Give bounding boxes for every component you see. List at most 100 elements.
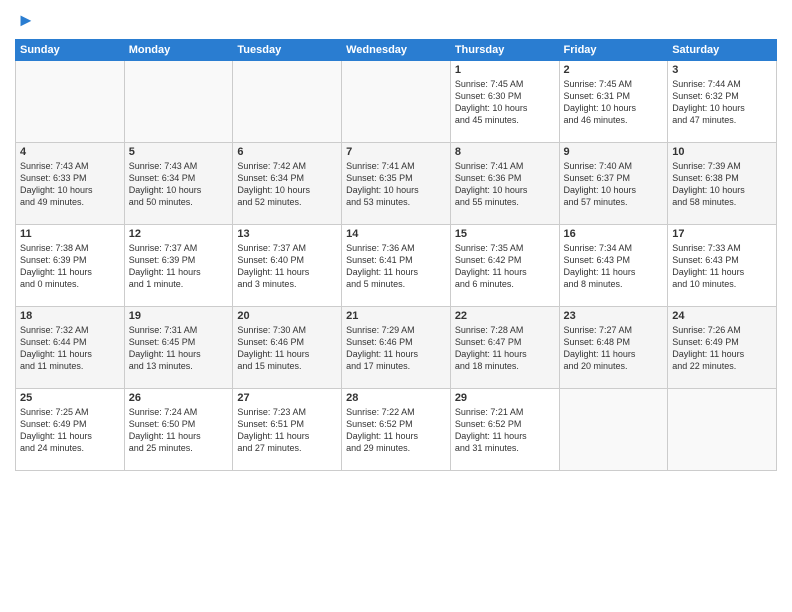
day-number: 22 bbox=[455, 310, 555, 322]
calendar-cell: 11Sunrise: 7:38 AM Sunset: 6:39 PM Dayli… bbox=[16, 225, 125, 307]
calendar-cell: 13 Sunrise: 7:37 AM Sunset: 6:40 PM Dayli… bbox=[233, 225, 342, 307]
day-number: 15 bbox=[455, 228, 555, 240]
day-info: Sunrise: 7:35 AM Sunset: 6:42 PM Dayligh… bbox=[455, 242, 555, 291]
calendar-cell: 17 Sunrise: 7:33 AM Sunset: 6:43 PM Dayli… bbox=[668, 225, 777, 307]
day-info: Sunrise: 7:36 AM Sunset: 6:41 PM Dayligh… bbox=[346, 242, 446, 291]
calendar-cell: 14 Sunrise: 7:36 AM Sunset: 6:41 PM Dayli… bbox=[342, 225, 451, 307]
calendar-cell: 24 Sunrise: 7:26 AM Sunset: 6:49 PM Dayli… bbox=[668, 307, 777, 389]
day-info: Sunrise: 7:41 AM Sunset: 6:35 PM Dayligh… bbox=[346, 160, 446, 209]
day-info: Sunrise: 7:45 AM Sunset: 6:31 PM Dayligh… bbox=[564, 78, 664, 127]
day-number: 27 bbox=[237, 392, 337, 404]
day-info: Sunrise: 7:23 AM Sunset: 6:51 PM Dayligh… bbox=[237, 406, 337, 455]
day-info: Sunrise: 7:37 AM Sunset: 6:39 PM Dayligh… bbox=[129, 242, 229, 291]
header: ► bbox=[15, 10, 777, 31]
header-day-monday: Monday bbox=[124, 40, 233, 61]
day-number: 1 bbox=[455, 64, 555, 76]
day-info: Sunrise: 7:43 AM Sunset: 6:33 PM Dayligh… bbox=[20, 160, 120, 209]
day-number: 8 bbox=[455, 146, 555, 158]
calendar-cell: 15 Sunrise: 7:35 AM Sunset: 6:42 PM Dayli… bbox=[450, 225, 559, 307]
day-number: 7 bbox=[346, 146, 446, 158]
header-day-wednesday: Wednesday bbox=[342, 40, 451, 61]
day-number: 13 bbox=[237, 228, 337, 240]
day-info: Sunrise: 7:44 AM Sunset: 6:32 PM Dayligh… bbox=[672, 78, 772, 127]
calendar-cell: 25Sunrise: 7:25 AM Sunset: 6:49 PM Dayli… bbox=[16, 389, 125, 471]
calendar-cell bbox=[233, 61, 342, 143]
day-info: Sunrise: 7:21 AM Sunset: 6:52 PM Dayligh… bbox=[455, 406, 555, 455]
day-number: 20 bbox=[237, 310, 337, 322]
day-info: Sunrise: 7:24 AM Sunset: 6:50 PM Dayligh… bbox=[129, 406, 229, 455]
day-number: 18 bbox=[20, 310, 120, 322]
calendar-cell bbox=[559, 389, 668, 471]
day-info: Sunrise: 7:26 AM Sunset: 6:49 PM Dayligh… bbox=[672, 324, 772, 373]
header-day-sunday: Sunday bbox=[16, 40, 125, 61]
calendar-cell: 29 Sunrise: 7:21 AM Sunset: 6:52 PM Dayli… bbox=[450, 389, 559, 471]
calendar-cell: 26 Sunrise: 7:24 AM Sunset: 6:50 PM Dayli… bbox=[124, 389, 233, 471]
day-number: 19 bbox=[129, 310, 229, 322]
header-day-saturday: Saturday bbox=[668, 40, 777, 61]
day-number: 16 bbox=[564, 228, 664, 240]
day-number: 29 bbox=[455, 392, 555, 404]
week-row-5: 25Sunrise: 7:25 AM Sunset: 6:49 PM Dayli… bbox=[16, 389, 777, 471]
week-row-2: 4Sunrise: 7:43 AM Sunset: 6:33 PM Daylig… bbox=[16, 143, 777, 225]
day-number: 24 bbox=[672, 310, 772, 322]
calendar-cell: 28Sunrise: 7:22 AM Sunset: 6:52 PM Dayli… bbox=[342, 389, 451, 471]
calendar-cell bbox=[668, 389, 777, 471]
day-number: 11 bbox=[20, 228, 120, 240]
week-row-1: 1 Sunrise: 7:45 AM Sunset: 6:30 PM Daylig… bbox=[16, 61, 777, 143]
calendar-cell: 7 Sunrise: 7:41 AM Sunset: 6:35 PM Daylig… bbox=[342, 143, 451, 225]
week-row-4: 18 Sunrise: 7:32 AM Sunset: 6:44 PM Dayli… bbox=[16, 307, 777, 389]
logo-bird-icon: ► bbox=[17, 10, 35, 31]
day-number: 9 bbox=[564, 146, 664, 158]
day-info: Sunrise: 7:32 AM Sunset: 6:44 PM Dayligh… bbox=[20, 324, 120, 373]
header-day-tuesday: Tuesday bbox=[233, 40, 342, 61]
day-number: 12 bbox=[129, 228, 229, 240]
calendar-cell: 27 Sunrise: 7:23 AM Sunset: 6:51 PM Dayli… bbox=[233, 389, 342, 471]
header-day-friday: Friday bbox=[559, 40, 668, 61]
day-info: Sunrise: 7:39 AM Sunset: 6:38 PM Dayligh… bbox=[672, 160, 772, 209]
calendar-cell bbox=[124, 61, 233, 143]
day-info: Sunrise: 7:33 AM Sunset: 6:43 PM Dayligh… bbox=[672, 242, 772, 291]
day-number: 21 bbox=[346, 310, 446, 322]
calendar-cell: 3 Sunrise: 7:44 AM Sunset: 6:32 PM Daylig… bbox=[668, 61, 777, 143]
day-info: Sunrise: 7:29 AM Sunset: 6:46 PM Dayligh… bbox=[346, 324, 446, 373]
day-number: 26 bbox=[129, 392, 229, 404]
day-info: Sunrise: 7:42 AM Sunset: 6:34 PM Dayligh… bbox=[237, 160, 337, 209]
day-number: 10 bbox=[672, 146, 772, 158]
calendar-cell: 8 Sunrise: 7:41 AM Sunset: 6:36 PM Daylig… bbox=[450, 143, 559, 225]
calendar-cell: 9 Sunrise: 7:40 AM Sunset: 6:37 PM Daylig… bbox=[559, 143, 668, 225]
header-row: SundayMondayTuesdayWednesdayThursdayFrid… bbox=[16, 40, 777, 61]
day-number: 28 bbox=[346, 392, 446, 404]
day-number: 3 bbox=[672, 64, 772, 76]
calendar-cell: 2 Sunrise: 7:45 AM Sunset: 6:31 PM Daylig… bbox=[559, 61, 668, 143]
calendar-cell: 22 Sunrise: 7:28 AM Sunset: 6:47 PM Dayli… bbox=[450, 307, 559, 389]
day-number: 23 bbox=[564, 310, 664, 322]
calendar-cell bbox=[342, 61, 451, 143]
day-info: Sunrise: 7:37 AM Sunset: 6:40 PM Dayligh… bbox=[237, 242, 337, 291]
day-info: Sunrise: 7:28 AM Sunset: 6:47 PM Dayligh… bbox=[455, 324, 555, 373]
header-day-thursday: Thursday bbox=[450, 40, 559, 61]
calendar-cell: 10 Sunrise: 7:39 AM Sunset: 6:38 PM Dayli… bbox=[668, 143, 777, 225]
day-info: Sunrise: 7:27 AM Sunset: 6:48 PM Dayligh… bbox=[564, 324, 664, 373]
calendar-cell: 21 Sunrise: 7:29 AM Sunset: 6:46 PM Dayli… bbox=[342, 307, 451, 389]
logo: ► bbox=[15, 10, 35, 31]
calendar-table: SundayMondayTuesdayWednesdayThursdayFrid… bbox=[15, 39, 777, 471]
week-row-3: 11Sunrise: 7:38 AM Sunset: 6:39 PM Dayli… bbox=[16, 225, 777, 307]
calendar-cell: 6Sunrise: 7:42 AM Sunset: 6:34 PM Daylig… bbox=[233, 143, 342, 225]
calendar-cell bbox=[16, 61, 125, 143]
calendar-cell: 4Sunrise: 7:43 AM Sunset: 6:33 PM Daylig… bbox=[16, 143, 125, 225]
day-number: 25 bbox=[20, 392, 120, 404]
calendar-cell: 23 Sunrise: 7:27 AM Sunset: 6:48 PM Dayli… bbox=[559, 307, 668, 389]
calendar-cell: 16 Sunrise: 7:34 AM Sunset: 6:43 PM Dayli… bbox=[559, 225, 668, 307]
calendar-cell: 1 Sunrise: 7:45 AM Sunset: 6:30 PM Daylig… bbox=[450, 61, 559, 143]
day-info: Sunrise: 7:34 AM Sunset: 6:43 PM Dayligh… bbox=[564, 242, 664, 291]
day-info: Sunrise: 7:45 AM Sunset: 6:30 PM Dayligh… bbox=[455, 78, 555, 127]
day-number: 14 bbox=[346, 228, 446, 240]
day-info: Sunrise: 7:40 AM Sunset: 6:37 PM Dayligh… bbox=[564, 160, 664, 209]
day-number: 2 bbox=[564, 64, 664, 76]
calendar-cell: 5Sunrise: 7:43 AM Sunset: 6:34 PM Daylig… bbox=[124, 143, 233, 225]
day-number: 17 bbox=[672, 228, 772, 240]
day-info: Sunrise: 7:41 AM Sunset: 6:36 PM Dayligh… bbox=[455, 160, 555, 209]
page: ► SundayMondayTuesdayWednesdayThursdayFr… bbox=[0, 0, 792, 612]
day-info: Sunrise: 7:43 AM Sunset: 6:34 PM Dayligh… bbox=[129, 160, 229, 209]
day-info: Sunrise: 7:31 AM Sunset: 6:45 PM Dayligh… bbox=[129, 324, 229, 373]
